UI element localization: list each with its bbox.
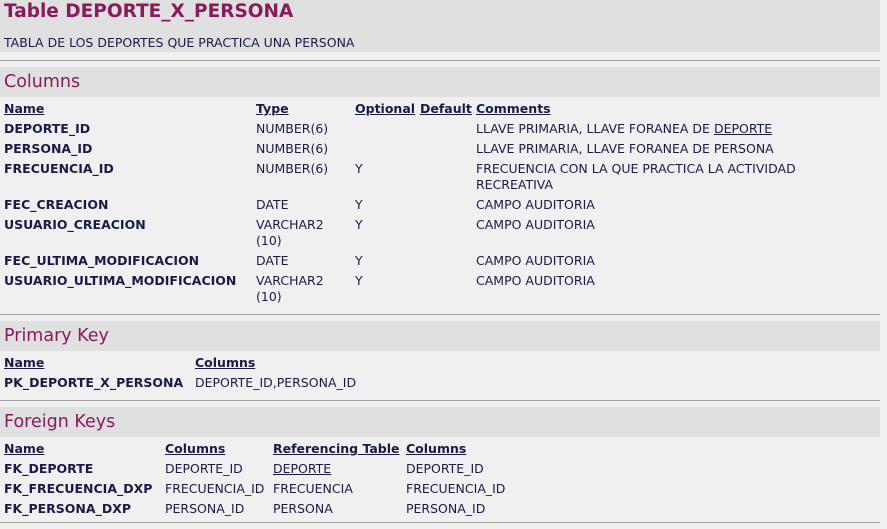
pk-header-columns: Columns xyxy=(195,355,256,370)
columns-header-name: Name xyxy=(4,101,45,116)
column-optional: Y xyxy=(355,197,363,212)
fk-ref-columns: FRECUENCIA_ID xyxy=(406,481,506,496)
columns-section-bar xyxy=(0,67,880,97)
column-name: FRECUENCIA_ID xyxy=(4,161,114,176)
column-comment: CAMPO AUDITORIA xyxy=(476,253,595,268)
fk-referencing-table: PERSONA xyxy=(273,501,333,516)
columns-header-comments: Comments xyxy=(476,101,551,116)
fk-header-ref-columns: Columns xyxy=(406,441,467,456)
columns-header-type: Type xyxy=(256,101,289,116)
pk-columns: DEPORTE_ID,PERSONA_ID xyxy=(195,375,357,390)
deporte-table-link[interactable]: DEPORTE xyxy=(714,121,772,136)
column-name: PERSONA_ID xyxy=(4,141,93,156)
pk-name: PK_DEPORTE_X_PERSONA xyxy=(4,375,184,390)
page-description: TABLA DE LOS DEPORTES QUE PRACTICA UNA P… xyxy=(4,35,355,50)
column-type: NUMBER(6) xyxy=(256,161,329,176)
column-comment: LLAVE PRIMARIA, LLAVE FORANEA DE DEPORTE xyxy=(476,121,772,137)
fk-columns: PERSONA_ID xyxy=(165,501,245,516)
column-type: DATE xyxy=(256,253,289,268)
column-type: VARCHAR2 xyxy=(256,273,324,288)
primary-key-section-bar xyxy=(0,321,880,351)
fk-referencing-table-link[interactable]: DEPORTE xyxy=(273,461,331,477)
column-comment: CAMPO AUDITORIA xyxy=(476,197,595,212)
column-type-line2: (10) xyxy=(256,233,282,248)
columns-header-optional: Optional xyxy=(355,101,416,116)
fk-ref-columns: PERSONA_ID xyxy=(406,501,486,516)
divider xyxy=(0,522,880,523)
column-optional: Y xyxy=(355,161,363,176)
primary-key-section-title: Primary Key xyxy=(4,326,109,346)
column-optional: Y xyxy=(355,273,363,288)
foreign-keys-section-title: Foreign Keys xyxy=(4,412,116,432)
divider xyxy=(0,400,880,401)
columns-section-title: Columns xyxy=(4,72,81,92)
column-comment: CAMPO AUDITORIA xyxy=(476,273,595,288)
column-comment: LLAVE PRIMARIA, LLAVE FORANEA DE PERSONA xyxy=(476,141,774,156)
page-title: Table DEPORTE_X_PERSONA xyxy=(4,1,294,22)
fk-header-referencing-table: Referencing Table xyxy=(273,441,400,456)
column-type: NUMBER(6) xyxy=(256,141,329,156)
column-name: USUARIO_CREACION xyxy=(4,217,146,232)
column-type: DATE xyxy=(256,197,289,212)
column-comment: CAMPO AUDITORIA xyxy=(476,217,595,232)
pk-header-name: Name xyxy=(4,355,45,370)
column-name: FEC_ULTIMA_MODIFICACION xyxy=(4,253,200,268)
column-optional: Y xyxy=(355,217,363,232)
fk-ref-columns: DEPORTE_ID xyxy=(406,461,484,476)
fk-columns: FRECUENCIA_ID xyxy=(165,481,265,496)
fk-header-columns: Columns xyxy=(165,441,226,456)
column-name: FEC_CREACION xyxy=(4,197,109,212)
column-comment-line2: RECREATIVA xyxy=(476,177,554,192)
fk-name: FK_DEPORTE xyxy=(4,461,94,476)
column-type: NUMBER(6) xyxy=(256,121,329,136)
column-name: DEPORTE_ID xyxy=(4,121,91,136)
column-name: USUARIO_ULTIMA_MODIFICACION xyxy=(4,273,237,288)
fk-name: FK_PERSONA_DXP xyxy=(4,501,131,516)
column-comment: FRECUENCIA CON LA QUE PRACTICA LA ACTIVI… xyxy=(476,161,796,176)
fk-columns: DEPORTE_ID xyxy=(165,461,243,476)
fk-referencing-table: FRECUENCIA xyxy=(273,481,353,496)
column-type-line2: (10) xyxy=(256,289,282,304)
fk-header-name: Name xyxy=(4,441,45,456)
column-optional: Y xyxy=(355,253,363,268)
fk-name: FK_FRECUENCIA_DXP xyxy=(4,481,153,496)
columns-header-default: Default xyxy=(420,101,472,116)
column-comment-text: LLAVE PRIMARIA, LLAVE FORANEA DE xyxy=(476,121,710,136)
column-type: VARCHAR2 xyxy=(256,217,324,232)
divider xyxy=(0,60,880,61)
divider xyxy=(0,314,880,315)
foreign-keys-section-bar xyxy=(0,407,880,437)
